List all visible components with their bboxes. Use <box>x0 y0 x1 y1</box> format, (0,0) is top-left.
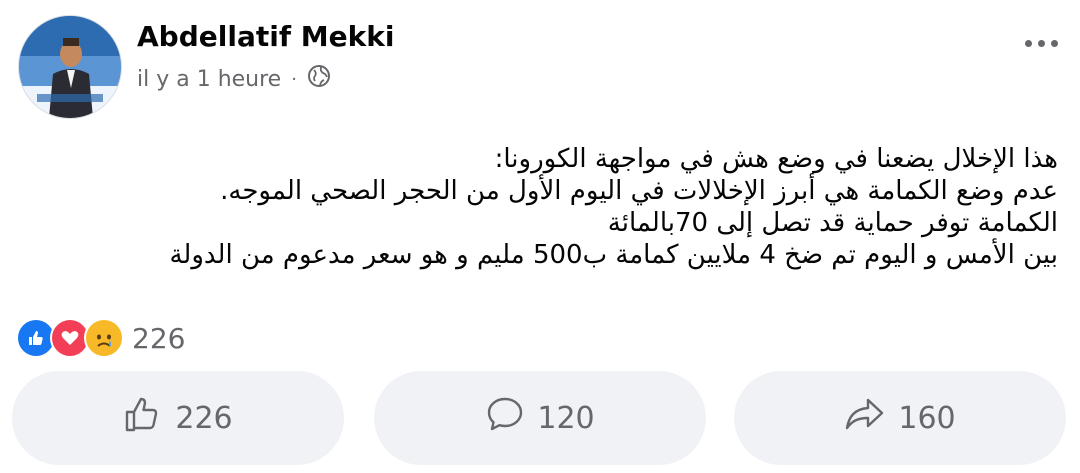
globe-icon <box>307 64 331 94</box>
like-count: 226 <box>175 400 233 436</box>
share-button[interactable]: 160 <box>734 371 1066 465</box>
author-avatar[interactable] <box>18 15 122 119</box>
post-line: هذا الإخلال يضعنا في وضع هش في مواجهة ال… <box>494 144 1058 174</box>
share-count: 160 <box>898 400 956 436</box>
comment-button[interactable]: 120 <box>374 371 706 465</box>
author-name[interactable]: Abdellatif Mekki <box>137 20 394 53</box>
comment-count: 120 <box>537 400 595 436</box>
dot-icon <box>1051 40 1058 47</box>
like-button[interactable]: 226 <box>12 371 344 465</box>
post-line: الكمامة توفر حماية قد تصل إلى 70بالمائة <box>607 208 1058 238</box>
dot-icon <box>1025 40 1032 47</box>
sad-reaction-icon <box>84 318 124 358</box>
thumbs-up-icon <box>123 394 163 442</box>
dot-icon <box>1038 40 1045 47</box>
post-line: عدم وضع الكمامة هي أبرز الإخلالات في الي… <box>220 176 1058 206</box>
reactions-summary[interactable]: 226 <box>16 318 185 358</box>
more-options-button[interactable] <box>1025 40 1058 47</box>
meta-separator: · <box>291 68 297 90</box>
post-timestamp[interactable]: il y a 1 heure <box>137 67 281 92</box>
post-text: هذا الإخلال يضعنا في وضع هش في مواجهة ال… <box>48 143 1058 271</box>
comment-icon <box>485 394 525 442</box>
reaction-count: 226 <box>132 321 186 355</box>
post-line: بين الأمس و اليوم تم ضخ 4 ملايين كمامة ب… <box>169 240 1058 270</box>
post-meta: il y a 1 heure · <box>137 64 331 94</box>
share-arrow-icon <box>844 394 886 442</box>
